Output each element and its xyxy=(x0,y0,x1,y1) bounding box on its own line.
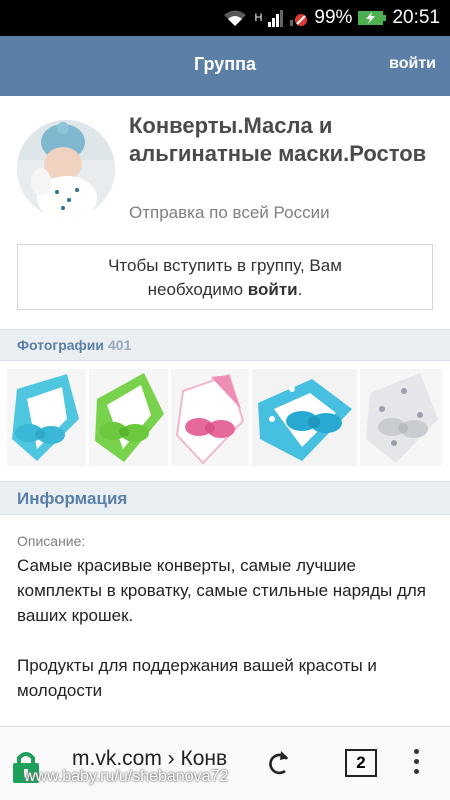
app-header: Группа войти xyxy=(0,36,450,96)
tab-switcher-button[interactable]: 2 xyxy=(345,749,377,777)
photo-thumb-4[interactable] xyxy=(252,369,357,466)
join-notice: Чтобы вступить в группу, Вам необходимо … xyxy=(17,244,433,310)
battery-icon xyxy=(358,10,387,26)
photo-thumb-1[interactable] xyxy=(7,369,86,466)
photo-thumb-5[interactable] xyxy=(360,369,442,466)
clock: 20:51 xyxy=(392,7,440,28)
browser-toolbar: m.vk.com › Конв 2 xyxy=(0,726,450,800)
photo-thumb-3[interactable] xyxy=(171,369,249,466)
wifi-icon xyxy=(222,8,248,28)
description-text: Самые красивые конверты, самые лучшие ко… xyxy=(17,556,426,700)
photos-label: Фотографии xyxy=(17,337,105,353)
join-text-suffix: . xyxy=(297,280,303,299)
photos-count: 401 xyxy=(108,337,132,353)
no-signal-icon xyxy=(290,9,308,27)
join-text-line1: Чтобы вступить в группу, Вам xyxy=(108,256,342,275)
description-label: Описание: xyxy=(17,533,86,549)
photo-strip xyxy=(0,362,450,480)
group-avatar[interactable] xyxy=(17,120,115,218)
group-subtitle: Отправка по всей России xyxy=(129,203,330,222)
watermark: www.baby.ru/u/shebanova72 xyxy=(24,768,229,785)
join-text-prefix: необходимо xyxy=(147,280,244,299)
group-header: Конверты.Масла и альгинатные маски.Росто… xyxy=(0,96,450,328)
group-name: Конверты.Масла и альгинатные маски.Росто… xyxy=(129,113,427,166)
overflow-menu-icon[interactable] xyxy=(412,749,420,779)
photos-section-header[interactable]: Фотографии 401 xyxy=(0,329,450,361)
page-title: Группа xyxy=(193,54,257,74)
info-section-header: Информация xyxy=(0,481,450,515)
signal-icon xyxy=(268,9,284,27)
refresh-icon[interactable] xyxy=(266,747,292,777)
info-section: Описание: Самые красивые конверты, самые… xyxy=(0,516,450,726)
login-link[interactable]: войти xyxy=(389,55,436,73)
join-text-line2: необходимо войти. xyxy=(18,278,432,302)
battery-percent: 99% xyxy=(314,7,353,28)
photo-thumb-2[interactable] xyxy=(89,369,168,466)
network-type: H xyxy=(254,12,263,24)
join-login-link[interactable]: войти xyxy=(248,280,298,299)
status-bar: H 99% 20:51 xyxy=(0,0,450,36)
